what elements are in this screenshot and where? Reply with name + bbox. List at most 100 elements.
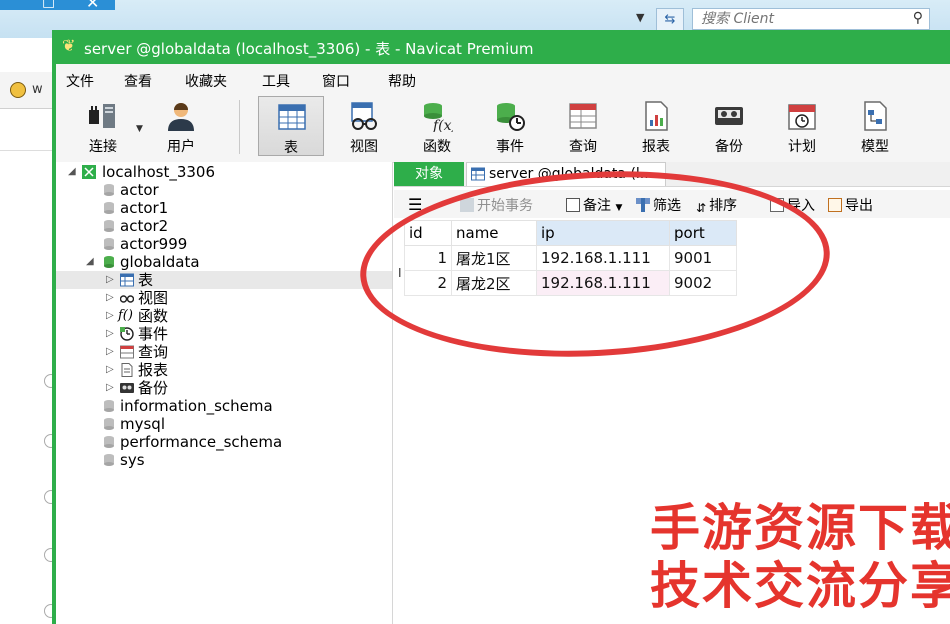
toolbar-connection-button[interactable]: 连接 (70, 96, 136, 156)
document-tabs: 对象 server @globaldata (l... (394, 162, 950, 187)
menu-window[interactable]: 窗口 (322, 71, 350, 91)
cell-name[interactable]: 屠龙1区 (451, 245, 537, 271)
menu-file[interactable]: 文件 (66, 71, 94, 91)
svg-text:f(x): f(x) (432, 118, 453, 132)
search-icon[interactable]: ⚲ (913, 10, 923, 26)
restore-icon[interactable]: □ (42, 0, 55, 10)
window-titlebar[interactable]: ❦ server @globaldata (localhost_3306) - … (56, 30, 950, 64)
tree-database-actor999[interactable]: actor999 (56, 235, 392, 253)
tree-item-events[interactable]: ▷ 事件 (56, 325, 392, 343)
tree-database-actor2[interactable]: actor2 (56, 217, 392, 235)
watermark: 手游资源下载 技术交流分享 (650, 486, 950, 624)
tree-database-sys[interactable]: sys (56, 451, 392, 469)
expand-arrow-icon[interactable]: ◢ (68, 163, 76, 181)
cell-id[interactable]: 1 (404, 245, 452, 271)
view-node-icon (120, 295, 134, 303)
tree-item-tables[interactable]: ▷ 表 (56, 271, 392, 289)
tree-item-reports[interactable]: ▷ 报表 (56, 361, 392, 379)
search-input[interactable] (693, 9, 901, 29)
tree-connection-label: localhost_3306 (102, 163, 216, 181)
connection-node-icon (82, 165, 96, 179)
tree-database-label: information_schema (120, 397, 273, 415)
tree-item-label: 报表 (138, 361, 169, 379)
filter-button[interactable]: 筛选 (636, 195, 681, 215)
collapse-arrow-icon[interactable]: ▷ (106, 307, 114, 325)
background-window-titlebar: □ ✕ (0, 0, 115, 12)
memo-dropdown-icon[interactable]: ▼ (615, 203, 622, 213)
toolbar-model-label: 模型 (861, 139, 889, 155)
tree-database-globaldata[interactable]: ◢ globaldata (56, 253, 392, 271)
begin-transaction-button[interactable]: 开始事务 (460, 195, 533, 215)
toolbar-query-button[interactable]: 查询 (550, 96, 616, 156)
tab-server-table[interactable]: server @globaldata (l... (466, 162, 666, 186)
database-icon (104, 220, 114, 232)
toolbar-connection-label: 连接 (89, 139, 117, 155)
tree-database-information-schema[interactable]: information_schema (56, 397, 392, 415)
table-row[interactable]: 2 屠龙2区 192.168.1.111 9002 (404, 270, 737, 296)
column-header-id[interactable]: id (404, 220, 452, 246)
navicat-app-icon: ❦ (62, 36, 76, 55)
toolbar-backup-button[interactable]: 备份 (696, 96, 762, 156)
cell-id[interactable]: 2 (404, 270, 452, 296)
collapse-arrow-icon[interactable]: ▷ (106, 271, 114, 289)
background-search-box[interactable]: ⚲ (692, 8, 930, 30)
collapse-arrow-icon[interactable]: ▷ (106, 289, 114, 307)
toolbar-schedule-button[interactable]: 计划 (769, 96, 835, 156)
column-header-port[interactable]: port (669, 220, 737, 246)
database-icon (104, 436, 114, 448)
cell-port[interactable]: 9002 (669, 270, 737, 296)
sort-label: 排序 (709, 198, 738, 214)
tree-connection[interactable]: ◢ localhost_3306 (56, 163, 392, 181)
cell-ip[interactable]: 192.168.1.111 (536, 270, 670, 296)
address-dropdown-icon[interactable]: ▼ (636, 11, 644, 24)
import-button[interactable]: 导入 (770, 195, 815, 215)
memo-button[interactable]: 备注 ▼ (566, 195, 622, 215)
tree-database-performance-schema[interactable]: performance_schema (56, 433, 392, 451)
database-icon (104, 454, 114, 466)
user-icon (168, 103, 194, 131)
toolbar-model-button[interactable]: 模型 (842, 96, 908, 156)
tree-database-actor[interactable]: actor (56, 181, 392, 199)
toolbar-report-button[interactable]: 报表 (623, 96, 689, 156)
cell-name[interactable]: 屠龙2区 (451, 270, 537, 296)
collapse-arrow-icon[interactable]: ▷ (106, 379, 114, 397)
tree-item-backups[interactable]: ▷ 备份 (56, 379, 392, 397)
report-icon (645, 101, 668, 131)
collapse-arrow-icon[interactable]: ▷ (106, 343, 114, 361)
collapse-arrow-icon[interactable]: ▷ (106, 361, 114, 379)
tree-item-functions[interactable]: ▷ f() 函数 (56, 307, 392, 325)
tree-item-views[interactable]: ▷ 视图 (56, 289, 392, 307)
menu-help[interactable]: 帮助 (388, 71, 416, 91)
cell-ip[interactable]: 192.168.1.111 (536, 245, 670, 271)
toolbar-user-button[interactable]: 用户 (148, 96, 214, 156)
tree-database-mysql[interactable]: mysql (56, 415, 392, 433)
column-header-ip[interactable]: ip (536, 220, 670, 246)
tab-objects[interactable]: 对象 (394, 162, 464, 186)
tree-database-actor1[interactable]: actor1 (56, 199, 392, 217)
column-header-name[interactable]: name (451, 220, 537, 246)
toolbar-event-button[interactable]: 事件 (477, 96, 543, 156)
backup-icon (715, 107, 743, 125)
sort-button[interactable]: ⇵ 排序 (696, 195, 737, 215)
toolbar-schedule-label: 计划 (788, 139, 816, 155)
toolbar-function-button[interactable]: f(x) 函数 (404, 96, 470, 156)
refresh-button[interactable]: ⇆ (656, 8, 684, 32)
export-button[interactable]: 导出 (828, 195, 873, 215)
tree-database-label: actor999 (120, 235, 188, 253)
collapse-arrow-icon[interactable]: ▷ (106, 325, 114, 343)
menu-view[interactable]: 查看 (124, 71, 152, 91)
expand-arrow-icon[interactable]: ◢ (86, 253, 94, 271)
menu-tools[interactable]: 工具 (262, 71, 290, 91)
filter-icon (636, 198, 650, 212)
connection-dropdown-icon[interactable]: ▼ (136, 124, 143, 134)
close-icon[interactable]: ✕ (86, 0, 99, 12)
tree-item-queries[interactable]: ▷ 查询 (56, 343, 392, 361)
window-title: server @globaldata (localhost_3306) - 表 … (84, 40, 534, 58)
toolbar-view-button[interactable]: 视图 (331, 96, 397, 156)
table-row[interactable]: 1 屠龙1区 192.168.1.111 9001 (404, 245, 737, 271)
menu-favorites[interactable]: 收藏夹 (185, 71, 227, 91)
background-browser-tab[interactable] (0, 72, 52, 109)
toolbar-table-button[interactable]: 表 (258, 96, 324, 156)
menu-lines-icon[interactable]: ☰ (408, 195, 422, 214)
cell-port[interactable]: 9001 (669, 245, 737, 271)
